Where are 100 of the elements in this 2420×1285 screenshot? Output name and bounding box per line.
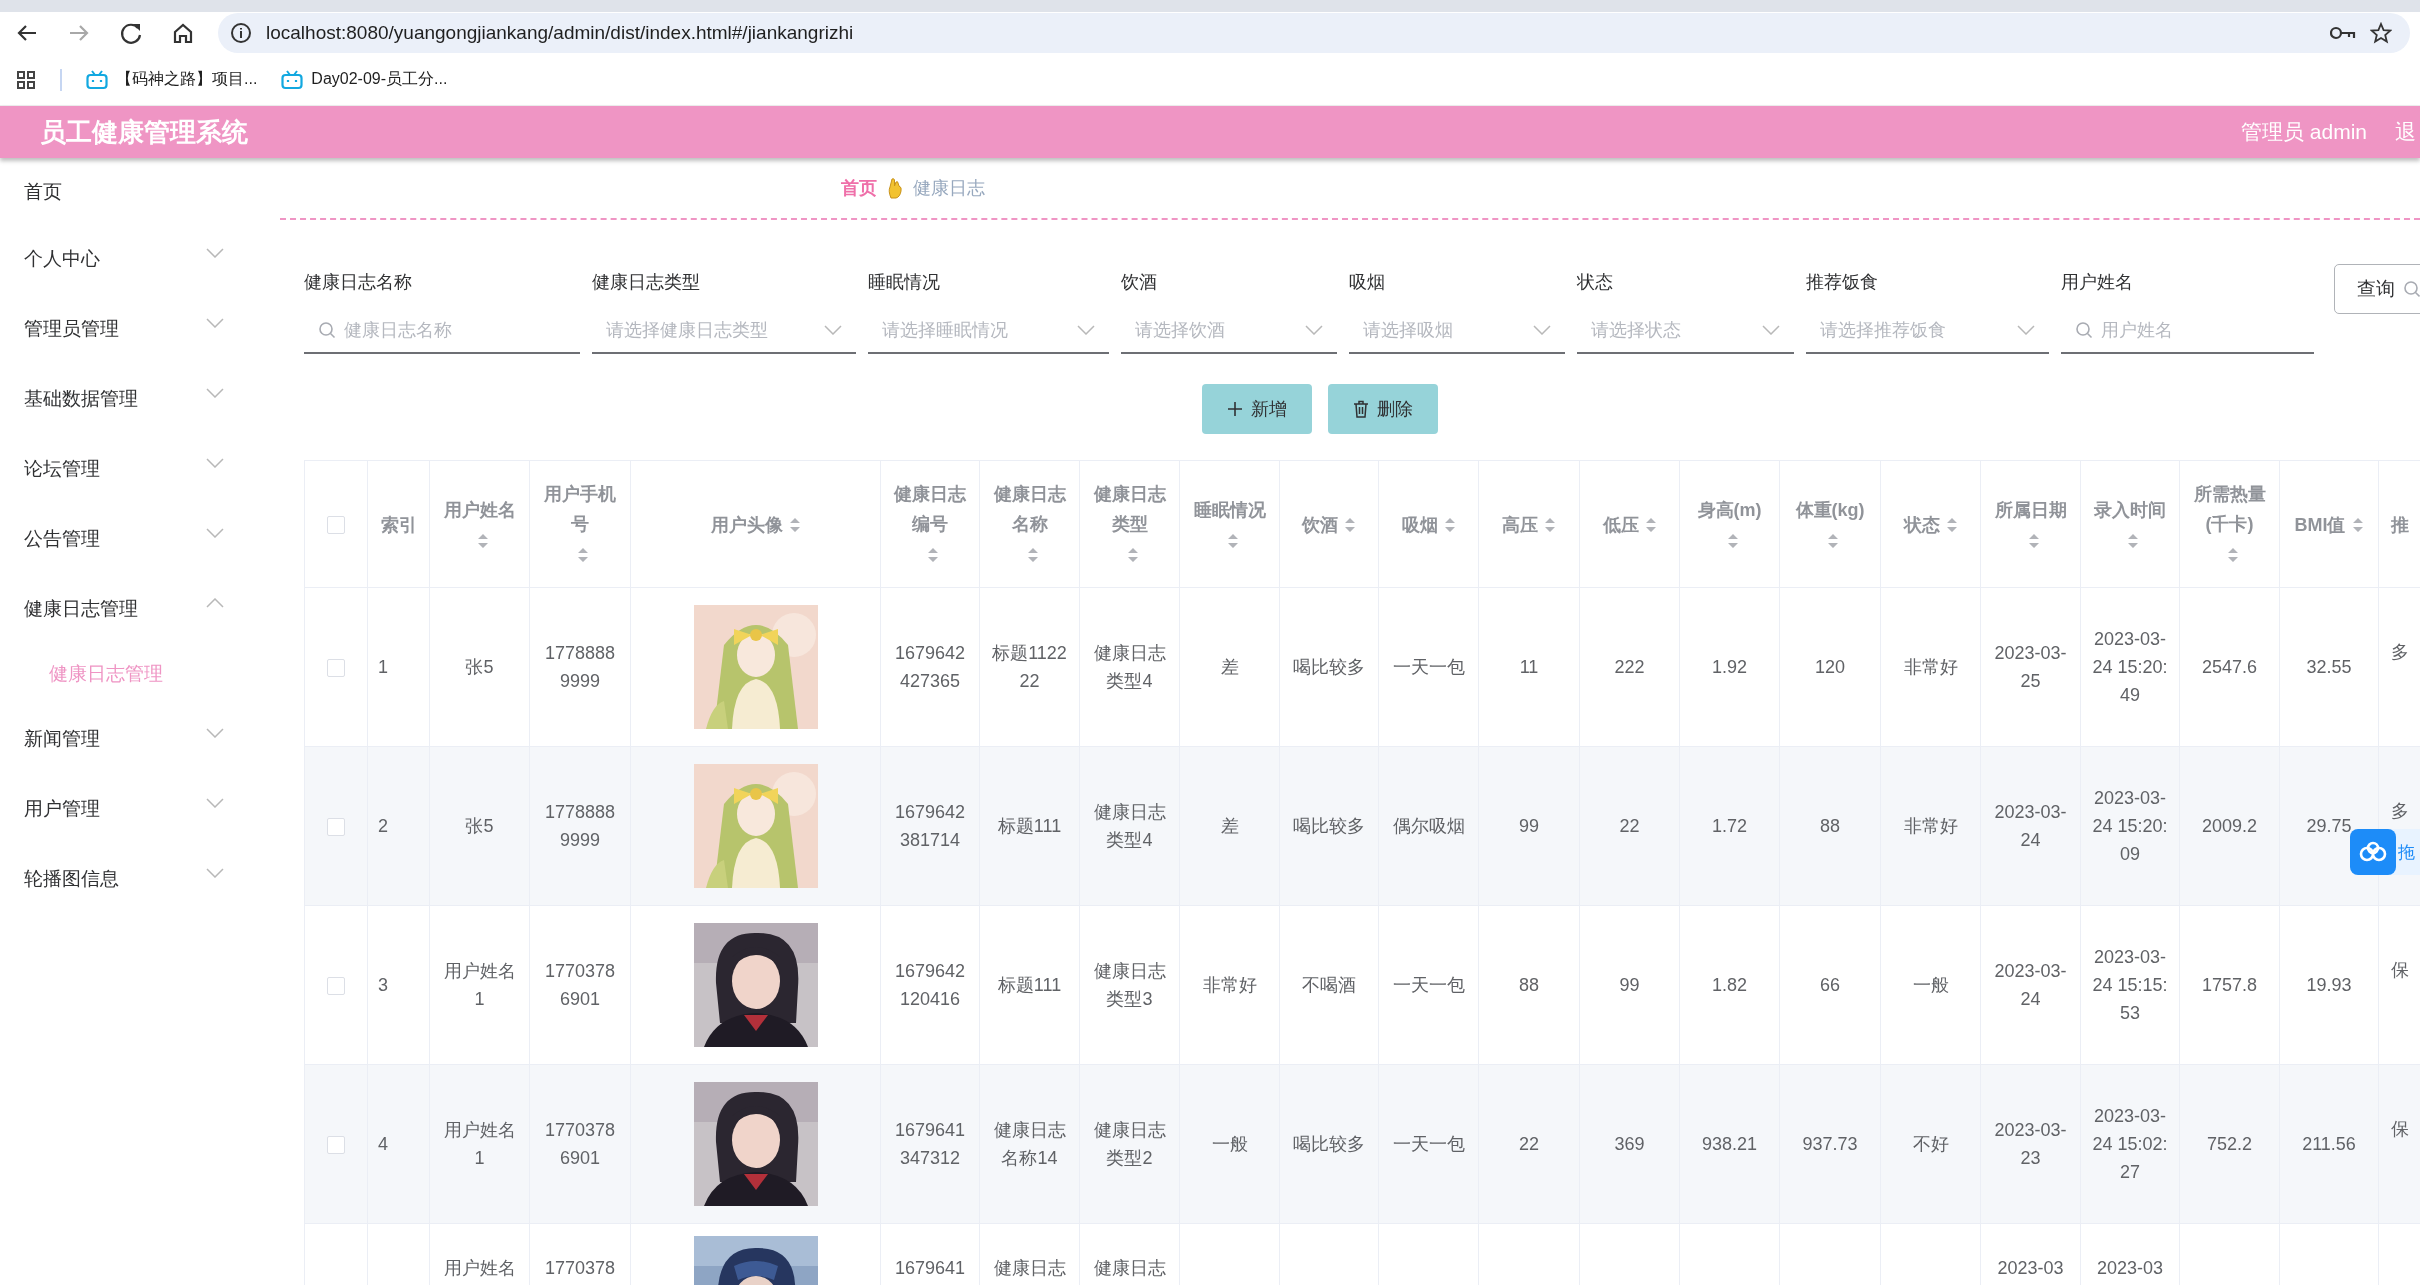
table-cell: 99 xyxy=(1478,746,1580,906)
column-header: 低压 xyxy=(1602,513,1639,537)
sort-icon[interactable] xyxy=(1026,546,1039,565)
sidebar-item[interactable]: 个人中心 xyxy=(0,224,280,294)
sort-icon[interactable] xyxy=(2027,531,2040,550)
checkbox[interactable] xyxy=(327,659,345,678)
sort-icon[interactable] xyxy=(1226,531,1239,550)
info-icon[interactable] xyxy=(230,22,252,44)
column-header: 饮酒 xyxy=(1302,513,1338,537)
sort-icon[interactable] xyxy=(1544,515,1556,534)
table-cell: 健康日志类型3 xyxy=(1079,905,1180,1065)
cloud-icon[interactable] xyxy=(2350,829,2396,875)
sort-icon[interactable] xyxy=(1443,515,1456,534)
hand-icon xyxy=(887,177,903,199)
sort-icon[interactable] xyxy=(927,546,939,565)
table-cell: 17788889999 xyxy=(529,587,631,747)
sort-icon[interactable] xyxy=(2351,515,2364,534)
table-cell: 标题111 xyxy=(979,905,1080,1065)
search-icon xyxy=(2403,280,2420,298)
sort-icon[interactable] xyxy=(1726,531,1739,550)
sort-icon[interactable] xyxy=(1827,531,1839,550)
sort-icon[interactable] xyxy=(2226,546,2239,565)
column-header: 睡眠情况 xyxy=(1193,498,1266,522)
search-field[interactable]: 健康日志名称 xyxy=(344,319,566,341)
table-cell: 非常好 xyxy=(1880,587,1981,747)
sidebar-item[interactable]: 公告管理 xyxy=(0,504,280,574)
column-header: 健康日志编号 xyxy=(892,483,967,536)
table-cell: 2009.2 xyxy=(2179,746,2280,906)
search-icon xyxy=(2075,321,2093,339)
sort-icon[interactable] xyxy=(577,546,589,565)
search-icon xyxy=(318,321,336,339)
select-field[interactable]: 请选择状态 xyxy=(1591,319,1754,341)
table-cell: 2023-03-24 xyxy=(1980,905,2081,1065)
sidebar-item[interactable]: 健康日志管理 xyxy=(0,574,280,644)
table-cell: 2023-03-24 15:02:27 xyxy=(2080,1064,2180,1224)
sort-icon[interactable] xyxy=(1344,515,1356,534)
checkbox[interactable] xyxy=(327,818,345,837)
sidebar-item[interactable]: 基础数据管理 xyxy=(0,364,280,434)
sidebar-item[interactable]: 用户管理 xyxy=(0,774,280,844)
column-header: 索引 xyxy=(380,513,417,537)
table-cell: 喝比较多 xyxy=(1279,1064,1379,1224)
sort-icon[interactable] xyxy=(1945,515,1958,534)
sidebar-item[interactable]: 新闻管理 xyxy=(0,704,280,774)
sidebar-item[interactable]: 管理员管理 xyxy=(0,294,280,364)
checkbox[interactable] xyxy=(327,1136,345,1155)
sort-icon[interactable] xyxy=(476,531,489,550)
table-cell: 非常好 xyxy=(1880,746,1981,906)
sort-icon[interactable] xyxy=(788,515,801,534)
sort-icon[interactable] xyxy=(1126,546,1139,565)
bookmark[interactable]: 【码神之路】项目... xyxy=(86,69,258,90)
table-cell: 张5 xyxy=(429,587,530,747)
user-label: 管理员 admin xyxy=(2240,119,2367,145)
filter-label: 推荐饭食 xyxy=(1806,271,1878,294)
address-bar[interactable]: localhost:8080/yuangongjiankang/admin/dist/index.html#/jiankangrizhi xyxy=(218,13,2410,53)
table-cell: 2023-03-24 xyxy=(1980,746,2081,906)
table-cell: 752.2 xyxy=(2179,1064,2280,1224)
table-cell: 用户姓名1 xyxy=(429,905,530,1065)
column-header: 健康日志名称 xyxy=(992,483,1067,536)
sidebar-item[interactable]: 论坛管理 xyxy=(0,434,280,504)
column-header: BMI值 xyxy=(2294,513,2346,537)
table-cell: 937.73 xyxy=(1779,1064,1881,1224)
checkbox[interactable] xyxy=(327,977,345,996)
select-field[interactable]: 请选择推荐饭食 xyxy=(1820,319,2009,341)
add-button[interactable]: 新增 xyxy=(1202,384,1312,434)
query-button[interactable]: 查询 xyxy=(2334,264,2420,314)
sidebar-item[interactable]: 轮播图信息 xyxy=(0,844,280,914)
checkbox[interactable] xyxy=(327,516,345,535)
sort-icon[interactable] xyxy=(1644,515,1657,534)
key-icon[interactable] xyxy=(2330,25,2356,41)
table-cell: 一般 xyxy=(1880,905,1981,1065)
table-cell: 非常好 xyxy=(1179,905,1280,1065)
apps-grid-icon[interactable] xyxy=(16,69,36,90)
sort-icon[interactable] xyxy=(2127,531,2139,550)
table-cell: 2023-03-24 15:15:53 xyxy=(2080,905,2180,1065)
table-cell: 11 xyxy=(1478,587,1580,747)
table-cell: 一天一包 xyxy=(1378,1064,1479,1224)
table-cell: 1757.8 xyxy=(2179,905,2280,1065)
table-cell: 1679641347312 xyxy=(880,1064,980,1224)
filter-label: 健康日志类型 xyxy=(592,271,700,294)
column-header: 吸烟 xyxy=(1401,513,1438,537)
table-cell: 健康日志类型2 xyxy=(1079,1064,1180,1224)
tv-icon xyxy=(86,69,108,90)
table-cell: 标题112222 xyxy=(979,587,1080,747)
delete-button[interactable]: 删除 xyxy=(1328,384,1438,434)
bookmark[interactable]: Day02-09-员工分... xyxy=(281,69,448,90)
select-field[interactable]: 请选择吸烟 xyxy=(1363,319,1525,341)
table-cell: 369 xyxy=(1579,1064,1680,1224)
column-header: 用户姓名 xyxy=(443,498,516,522)
sidebar-item[interactable]: 首页 xyxy=(0,166,280,218)
table-cell: 不喝酒 xyxy=(1279,905,1379,1065)
table-cell: 2547.6 xyxy=(2179,587,2280,747)
star-icon[interactable] xyxy=(2370,22,2392,44)
select-field[interactable]: 请选择健康日志类型 xyxy=(606,319,816,341)
select-field[interactable]: 请选择饮酒 xyxy=(1135,319,1297,341)
table-cell: 保 xyxy=(2378,1064,2420,1224)
search-field[interactable]: 用户姓名 xyxy=(2101,319,2300,341)
table-cell: 一般 xyxy=(1179,1064,1280,1224)
select-field[interactable]: 请选择睡眠情况 xyxy=(882,319,1069,341)
table-cell: 120 xyxy=(1779,587,1881,747)
table-cell: 喝比较多 xyxy=(1279,746,1379,906)
